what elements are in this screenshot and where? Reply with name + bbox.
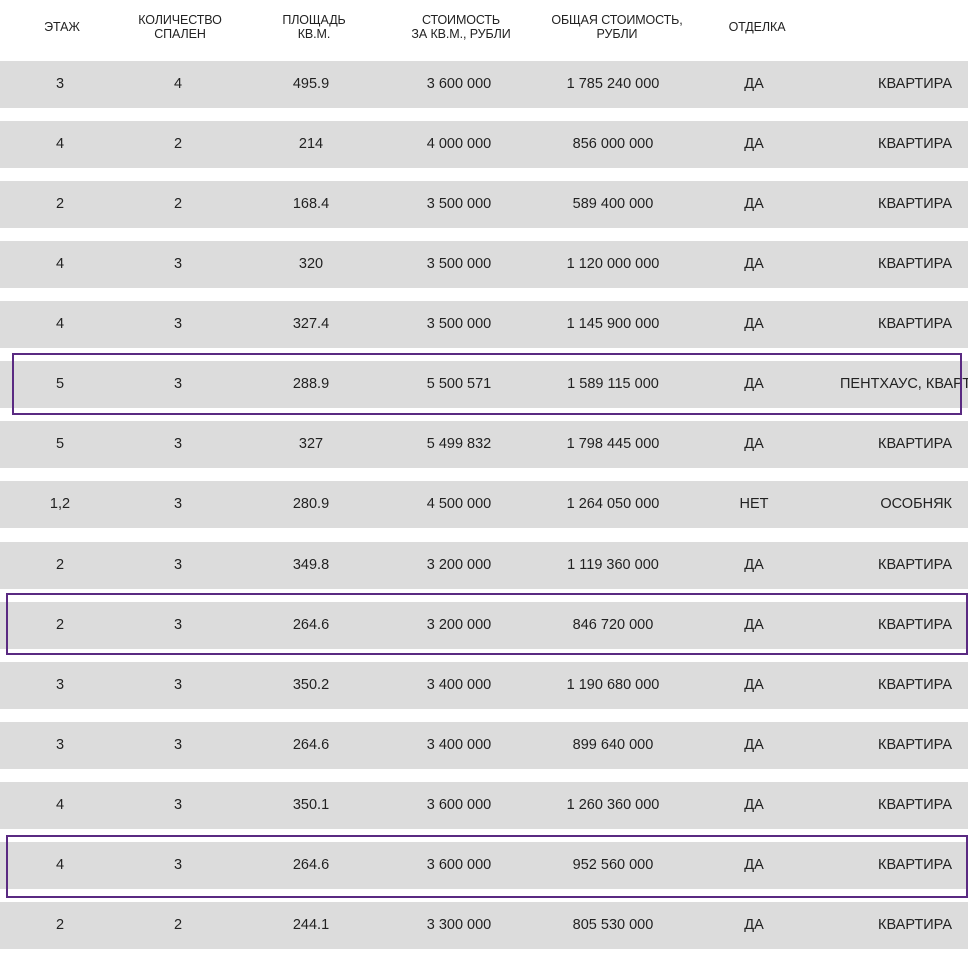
cell-property-type: КВАРТИРА [878,857,952,873]
cell-price-sqm: 3 400 000 [426,677,492,693]
cell-finish: ДА [744,737,764,753]
cell-area: 350.2 [292,677,330,693]
cell-price-sqm: 3 300 000 [426,917,492,933]
cell-total-price: 805 530 000 [572,917,654,933]
cell-property-type: КВАРТИРА [878,737,952,753]
cell-property-type: КВАРТИРА [878,196,952,212]
cell-property-type: ПЕНТХАУС, КВАРТИРА [840,376,968,392]
cell-total-price: 1 260 360 000 [566,797,660,813]
cell-total-price: 1 120 000 000 [566,256,660,272]
table-row[interactable]: 4 3 327.4 3 500 000 1 145 900 000 ДА КВАРТИРА [0,301,968,348]
cell-total-price: 1 119 360 000 [567,557,659,573]
cell-area: 495.9 [292,76,330,92]
table-row[interactable]: 2 2 168.4 3 500 000 589 400 000 ДА КВАРТИРА [0,181,968,228]
cell-finish: ДА [744,196,764,212]
cell-price-sqm: 5 499 832 [426,436,492,452]
cell-property-type: КВАРТИРА [878,557,952,573]
header-price-sqm: СТОИМОСТЬ ЗА КВ.М., РУБЛИ [371,13,551,41]
cell-total-price: 1 785 240 000 [566,76,660,92]
cell-price-sqm: 3 600 000 [426,857,492,873]
cell-price-sqm: 3 500 000 [426,256,492,272]
cell-price-sqm: 3 500 000 [426,196,492,212]
table-row[interactable]: 3 4 495.9 3 600 000 1 785 240 000 ДА КВАРТИРА [0,61,968,108]
cell-property-type: КВАРТИРА [878,677,952,693]
cell-price-sqm: 4 000 000 [426,136,492,152]
cell-finish: ДА [744,136,764,152]
cell-area: 168.4 [292,196,330,212]
cell-area: 320 [298,256,324,272]
cell-total-price: 856 000 000 [572,136,654,152]
cell-finish: ДА [744,76,764,92]
cell-finish: НЕТ [739,496,769,512]
table-row[interactable]: 4 2 214 4 000 000 856 000 000 ДА КВАРТИРА [0,121,968,168]
cell-property-type: КВАРТИРА [878,797,952,813]
cell-total-price: 1 264 050 000 [566,496,660,512]
cell-total-price: 1 798 445 000 [566,436,660,452]
cell-area: 244.1 [292,917,330,933]
table-row[interactable]: 2 3 349.8 3 200 000 1 119 360 000 ДА КВАРТИРА [0,542,968,589]
cell-price-sqm: 3 500 000 [426,316,492,332]
cell-total-price: 899 640 000 [572,737,654,753]
cell-price-sqm: 3 600 000 [426,797,492,813]
table-row[interactable]: 4 3 320 3 500 000 1 120 000 000 ДА КВАРТИРА [0,241,968,288]
cell-price-sqm: 4 500 000 [426,496,492,512]
cell-price-sqm: 3 200 000 [426,557,492,573]
cell-property-type: КВАРТИРА [878,136,952,152]
cell-property-type: КВАРТИРА [878,617,952,633]
table-row[interactable]: 4 3 264.6 3 600 000 952 560 000 ДА КВАРТИРА [0,842,968,889]
cell-property-type: КВАРТИРА [878,436,952,452]
cell-finish: ДА [744,316,764,332]
table-row[interactable]: 2 2 244.1 3 300 000 805 530 000 ДА КВАРТИРА [0,902,968,949]
header-finish: ОТДЕЛКА [667,13,847,34]
cell-finish: ДА [744,256,764,272]
table-row[interactable]: 2 3 264.6 3 200 000 846 720 000 ДА КВАРТИРА [0,602,968,649]
cell-area: 288.9 [292,376,330,392]
cell-total-price: 1 145 900 000 [566,316,660,332]
cell-price-sqm: 3 400 000 [426,737,492,753]
cell-total-price: 846 720 000 [572,617,654,633]
cell-price-sqm: 5 500 571 [426,376,492,392]
cell-finish: ДА [744,857,764,873]
cell-area: 280.9 [292,496,330,512]
cell-property-type: КВАРТИРА [878,76,952,92]
table-row[interactable]: 5 3 327 5 499 832 1 798 445 000 ДА КВАРТИРА [0,421,968,468]
table-row[interactable]: 5 3 288.9 5 500 571 1 589 115 000 ДА ПЕНТХАУС,… [0,361,968,408]
cell-area: 264.6 [292,737,330,753]
cell-area: 349.8 [292,557,330,573]
table-row[interactable]: 1,2 3 280.9 4 500 000 1 264 050 000 НЕТ ОСОБНЯ… [0,481,968,528]
cell-finish: ДА [744,376,764,392]
cell-area: 350.1 [292,797,330,813]
cell-price-sqm: 3 600 000 [426,76,492,92]
cell-finish: ДА [744,617,764,633]
cell-area: 264.6 [292,857,330,873]
cell-finish: ДА [744,797,764,813]
table-row[interactable]: 3 3 264.6 3 400 000 899 640 000 ДА КВАРТИРА [0,722,968,769]
cell-area: 327 [298,436,324,452]
cell-finish: ДА [744,677,764,693]
header-price-sqm-line-2: ЗА КВ.М., РУБЛИ [411,27,511,41]
cell-property-type: КВАРТИРА [878,256,952,272]
cell-finish: ДА [744,557,764,573]
cell-area: 214 [298,136,324,152]
cell-price-sqm: 3 200 000 [426,617,492,633]
table-header: ЭТАЖ КОЛИЧЕСТВО СПАЛЕН ПЛОЩАДЬ КВ.М. СТО… [0,0,968,60]
cell-finish: ДА [744,436,764,452]
table-row[interactable]: 3 3 350.2 3 400 000 1 190 680 000 ДА КВАРТИРА [0,662,968,709]
cell-finish: ДА [744,917,764,933]
cell-total-price: 1 589 115 000 [567,376,659,392]
cell-total-price: 1 190 680 000 [566,677,660,693]
header-price-sqm-line-1: СТОИМОСТЬ [421,13,501,27]
cell-property-type: КВАРТИРА [878,316,952,332]
cell-total-price: 952 560 000 [572,857,654,873]
table-row[interactable]: 4 3 350.1 3 600 000 1 260 360 000 ДА КВАРТИРА [0,782,968,829]
cell-property-type: ОСОБНЯК [880,496,952,512]
cell-area: 327.4 [292,316,330,332]
cell-total-price: 589 400 000 [572,196,654,212]
cell-area: 264.6 [292,617,330,633]
header-finish-line-1: ОТДЕЛКА [728,20,786,34]
cell-property-type: КВАРТИРА [878,917,952,933]
